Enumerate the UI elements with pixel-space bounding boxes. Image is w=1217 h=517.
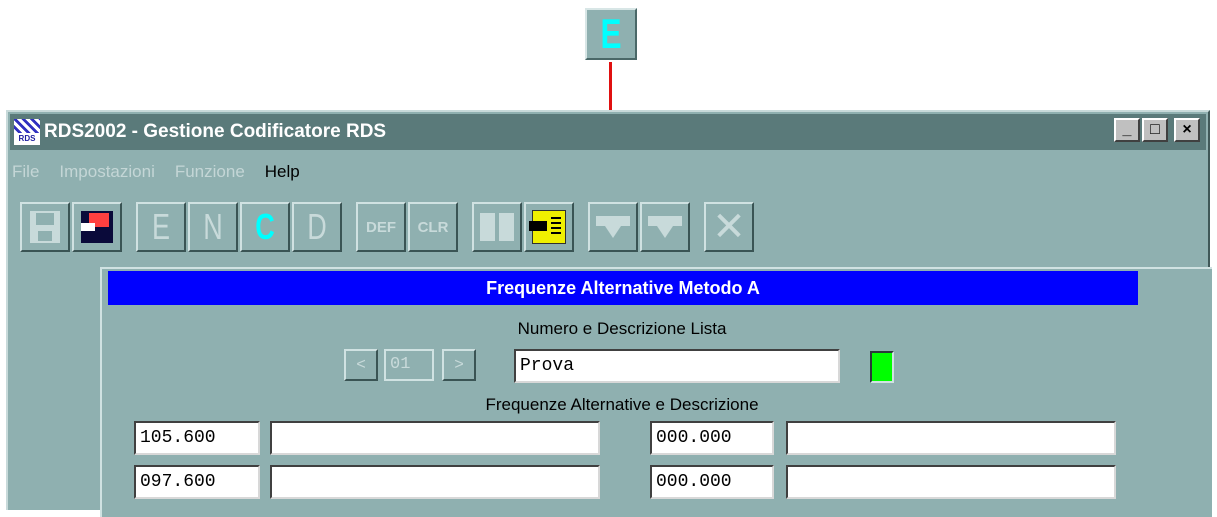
alt-freq-panel: Frequenze Alternative Metodo A Numero e …: [100, 267, 1212, 517]
floppy-load-icon: [81, 211, 113, 243]
freq-desc-4[interactable]: [786, 465, 1116, 499]
minimize-button[interactable]: _: [1114, 118, 1140, 142]
main-window: RDS RDS2002 - Gestione Codificatore RDS …: [6, 110, 1212, 517]
freq-desc-1[interactable]: [270, 421, 600, 455]
callout-e-button: E: [585, 8, 637, 60]
freq-field-4[interactable]: 000.000: [650, 465, 774, 499]
delete-button[interactable]: D: [292, 202, 342, 252]
send-button-2[interactable]: [640, 202, 690, 252]
toolbar: E N C D DEF CLR ✕: [20, 202, 756, 252]
def-button[interactable]: DEF: [356, 202, 406, 252]
freq-field-2[interactable]: 000.000: [650, 421, 774, 455]
menu-funzione[interactable]: Funzione: [175, 162, 245, 182]
letter-c-icon: C: [255, 206, 275, 247]
load-button[interactable]: [72, 202, 122, 252]
letter-n-icon: N: [203, 206, 223, 247]
callout-letter: E: [600, 10, 622, 57]
freq-field-3[interactable]: 097.600: [134, 465, 260, 499]
maximize-button[interactable]: □: [1142, 118, 1168, 142]
prev-list-button[interactable]: <: [344, 349, 378, 381]
app-icon[interactable]: RDS: [14, 119, 40, 145]
clr-icon: CLR: [417, 218, 449, 236]
floppy-disk-icon: [30, 211, 60, 243]
window-title: RDS2002 - Gestione Codificatore RDS: [44, 121, 387, 142]
import-button[interactable]: [524, 202, 574, 252]
next-list-button[interactable]: >: [442, 349, 476, 381]
cancel-button[interactable]: ✕: [704, 202, 754, 252]
freq-desc-3[interactable]: [270, 465, 600, 499]
clipboard-import-icon: [529, 210, 566, 244]
close-icon: ✕: [712, 205, 746, 249]
letter-e-icon: E: [151, 206, 170, 247]
menu-impostazioni[interactable]: Impostazioni: [59, 162, 154, 182]
book-icon: [480, 213, 514, 241]
freq-field-1[interactable]: 105.600: [134, 421, 260, 455]
freq-label: Frequenze Alternative e Descrizione: [485, 395, 759, 414]
menu-bar: File Impostazioni Funzione Help: [12, 158, 300, 186]
book-button[interactable]: [472, 202, 522, 252]
list-name-field[interactable]: Prova: [514, 349, 840, 383]
save-button[interactable]: [20, 202, 70, 252]
new-button[interactable]: N: [188, 202, 238, 252]
panel-title: Frequenze Alternative Metodo A: [108, 271, 1138, 305]
letter-d-icon: D: [307, 206, 327, 247]
clr-button[interactable]: CLR: [408, 202, 458, 252]
list-number-field[interactable]: 01: [384, 349, 434, 381]
download-arrow-icon: [648, 212, 682, 242]
edit-button[interactable]: E: [136, 202, 186, 252]
menu-help[interactable]: Help: [265, 162, 300, 182]
menu-file[interactable]: File: [12, 162, 39, 182]
download-arrow-icon: [596, 212, 630, 242]
close-button[interactable]: ×: [1174, 118, 1200, 142]
title-bar[interactable]: RDS RDS2002 - Gestione Codificatore RDS …: [10, 114, 1206, 150]
send-button-1[interactable]: [588, 202, 638, 252]
def-icon: DEF: [366, 218, 396, 236]
copy-button[interactable]: C: [240, 202, 290, 252]
list-label: Numero e Descrizione Lista: [517, 319, 727, 338]
status-indicator: [870, 351, 894, 383]
freq-desc-2[interactable]: [786, 421, 1116, 455]
